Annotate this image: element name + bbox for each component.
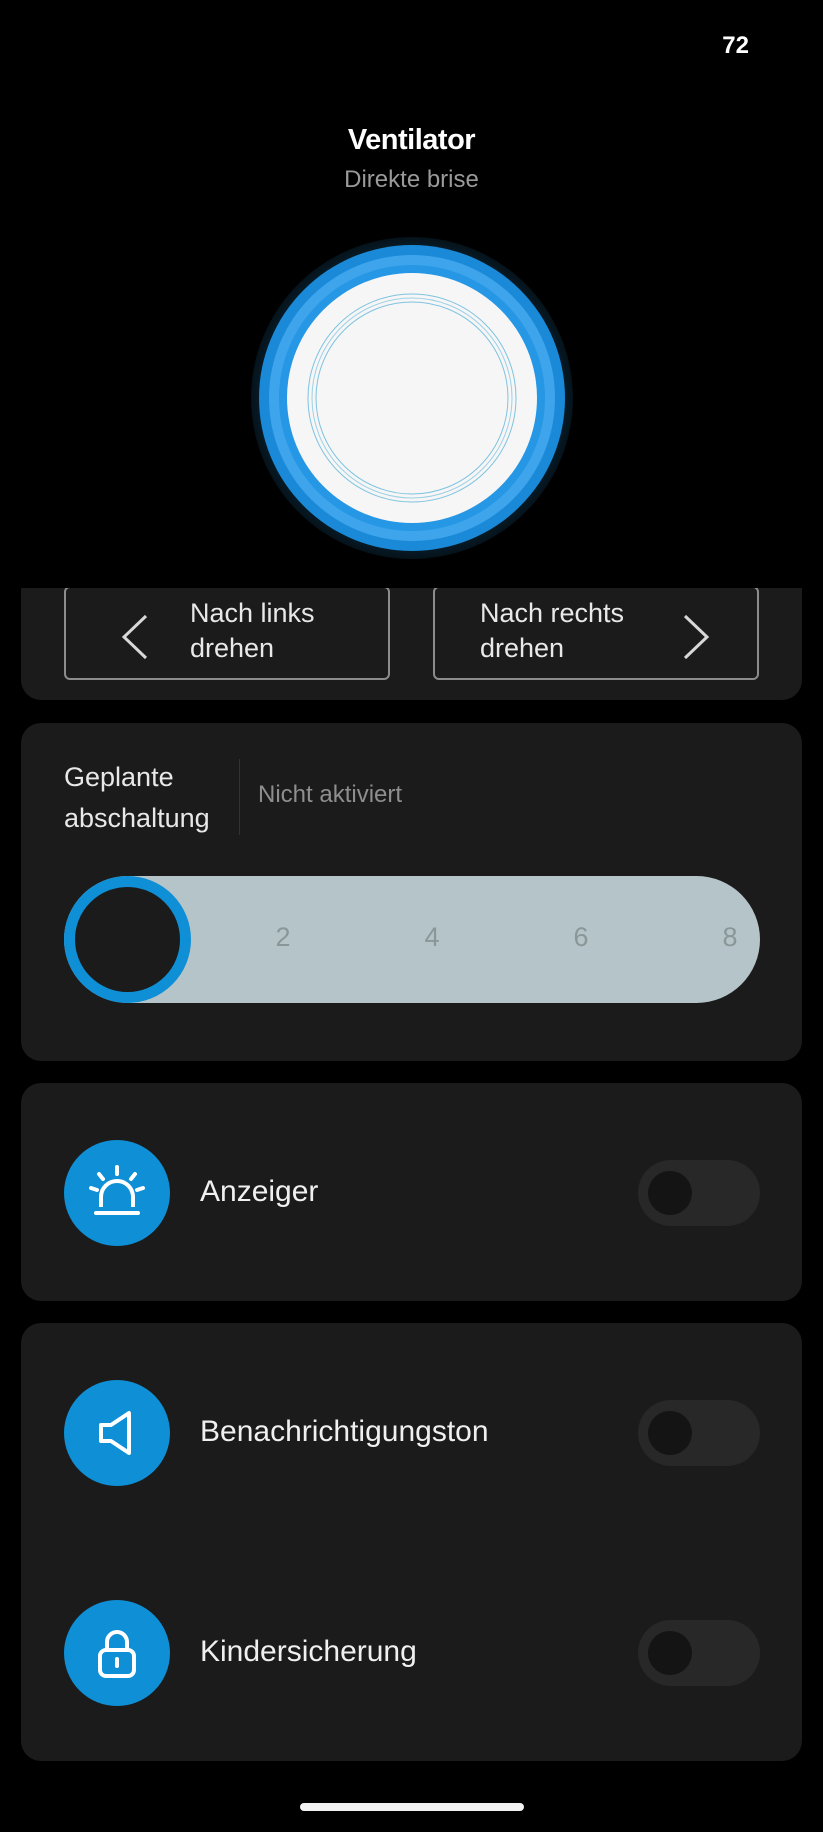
status-number: 72: [722, 32, 749, 59]
toggle-knob: [648, 1411, 692, 1455]
chevron-left-icon: [121, 614, 148, 660]
chevron-right-icon: [683, 614, 710, 660]
tick-label: 4: [424, 922, 440, 952]
page-title: Ventilator: [347, 124, 476, 156]
child-lock-label: Kindersicherung: [200, 1635, 417, 1668]
child-lock-toggle[interactable]: [638, 1620, 760, 1686]
rotate-right-button[interactable]: Nach rechts drehen: [433, 586, 759, 680]
lock-icon: [98, 1630, 136, 1678]
timer-status: Nicht aktiviert: [258, 781, 403, 808]
indicator-icon-button: [64, 1140, 170, 1246]
screen: 72 Ventilator Direkte brise Nach links d…: [0, 0, 823, 1832]
rotate-right-label: Nach rechts drehen: [480, 598, 625, 663]
indicator-card: Anzeiger: [21, 1083, 802, 1301]
tick-label: 2: [275, 922, 291, 952]
divider: [239, 759, 240, 835]
toggle-knob: [648, 1171, 692, 1215]
timer-label: Geplante abschaltung: [64, 762, 210, 833]
rotate-left-button[interactable]: Nach links drehen: [64, 586, 390, 680]
timer-card: Geplante abschaltung Nicht aktiviert 2 4…: [21, 723, 802, 1061]
tick-label: 8: [722, 922, 738, 952]
tick-label: 6: [573, 922, 589, 952]
mode-subtitle: Direkte brise: [344, 166, 479, 193]
slider-knob[interactable]: [64, 876, 191, 1003]
sound-icon-button: [64, 1380, 170, 1486]
header: 72 Ventilator Direkte brise: [0, 0, 823, 588]
timer-slider[interactable]: 2 4 6 8: [64, 876, 760, 1003]
indicator-label: Anzeiger: [200, 1175, 319, 1208]
rotate-left-label: Nach links drehen: [190, 598, 315, 663]
indicator-toggle[interactable]: [638, 1160, 760, 1226]
alarm-light-icon: [89, 1165, 145, 1215]
sound-label: Benachrichtigungston: [200, 1415, 489, 1448]
toggle-knob: [648, 1631, 692, 1675]
speaker-icon: [99, 1411, 131, 1455]
settings-card: Benachrichtigungston Kindersicherung: [21, 1323, 802, 1761]
home-indicator[interactable]: [300, 1803, 524, 1811]
child-lock-icon-button: [64, 1600, 170, 1706]
sound-toggle[interactable]: [638, 1400, 760, 1466]
fan-graphic[interactable]: [250, 236, 574, 560]
